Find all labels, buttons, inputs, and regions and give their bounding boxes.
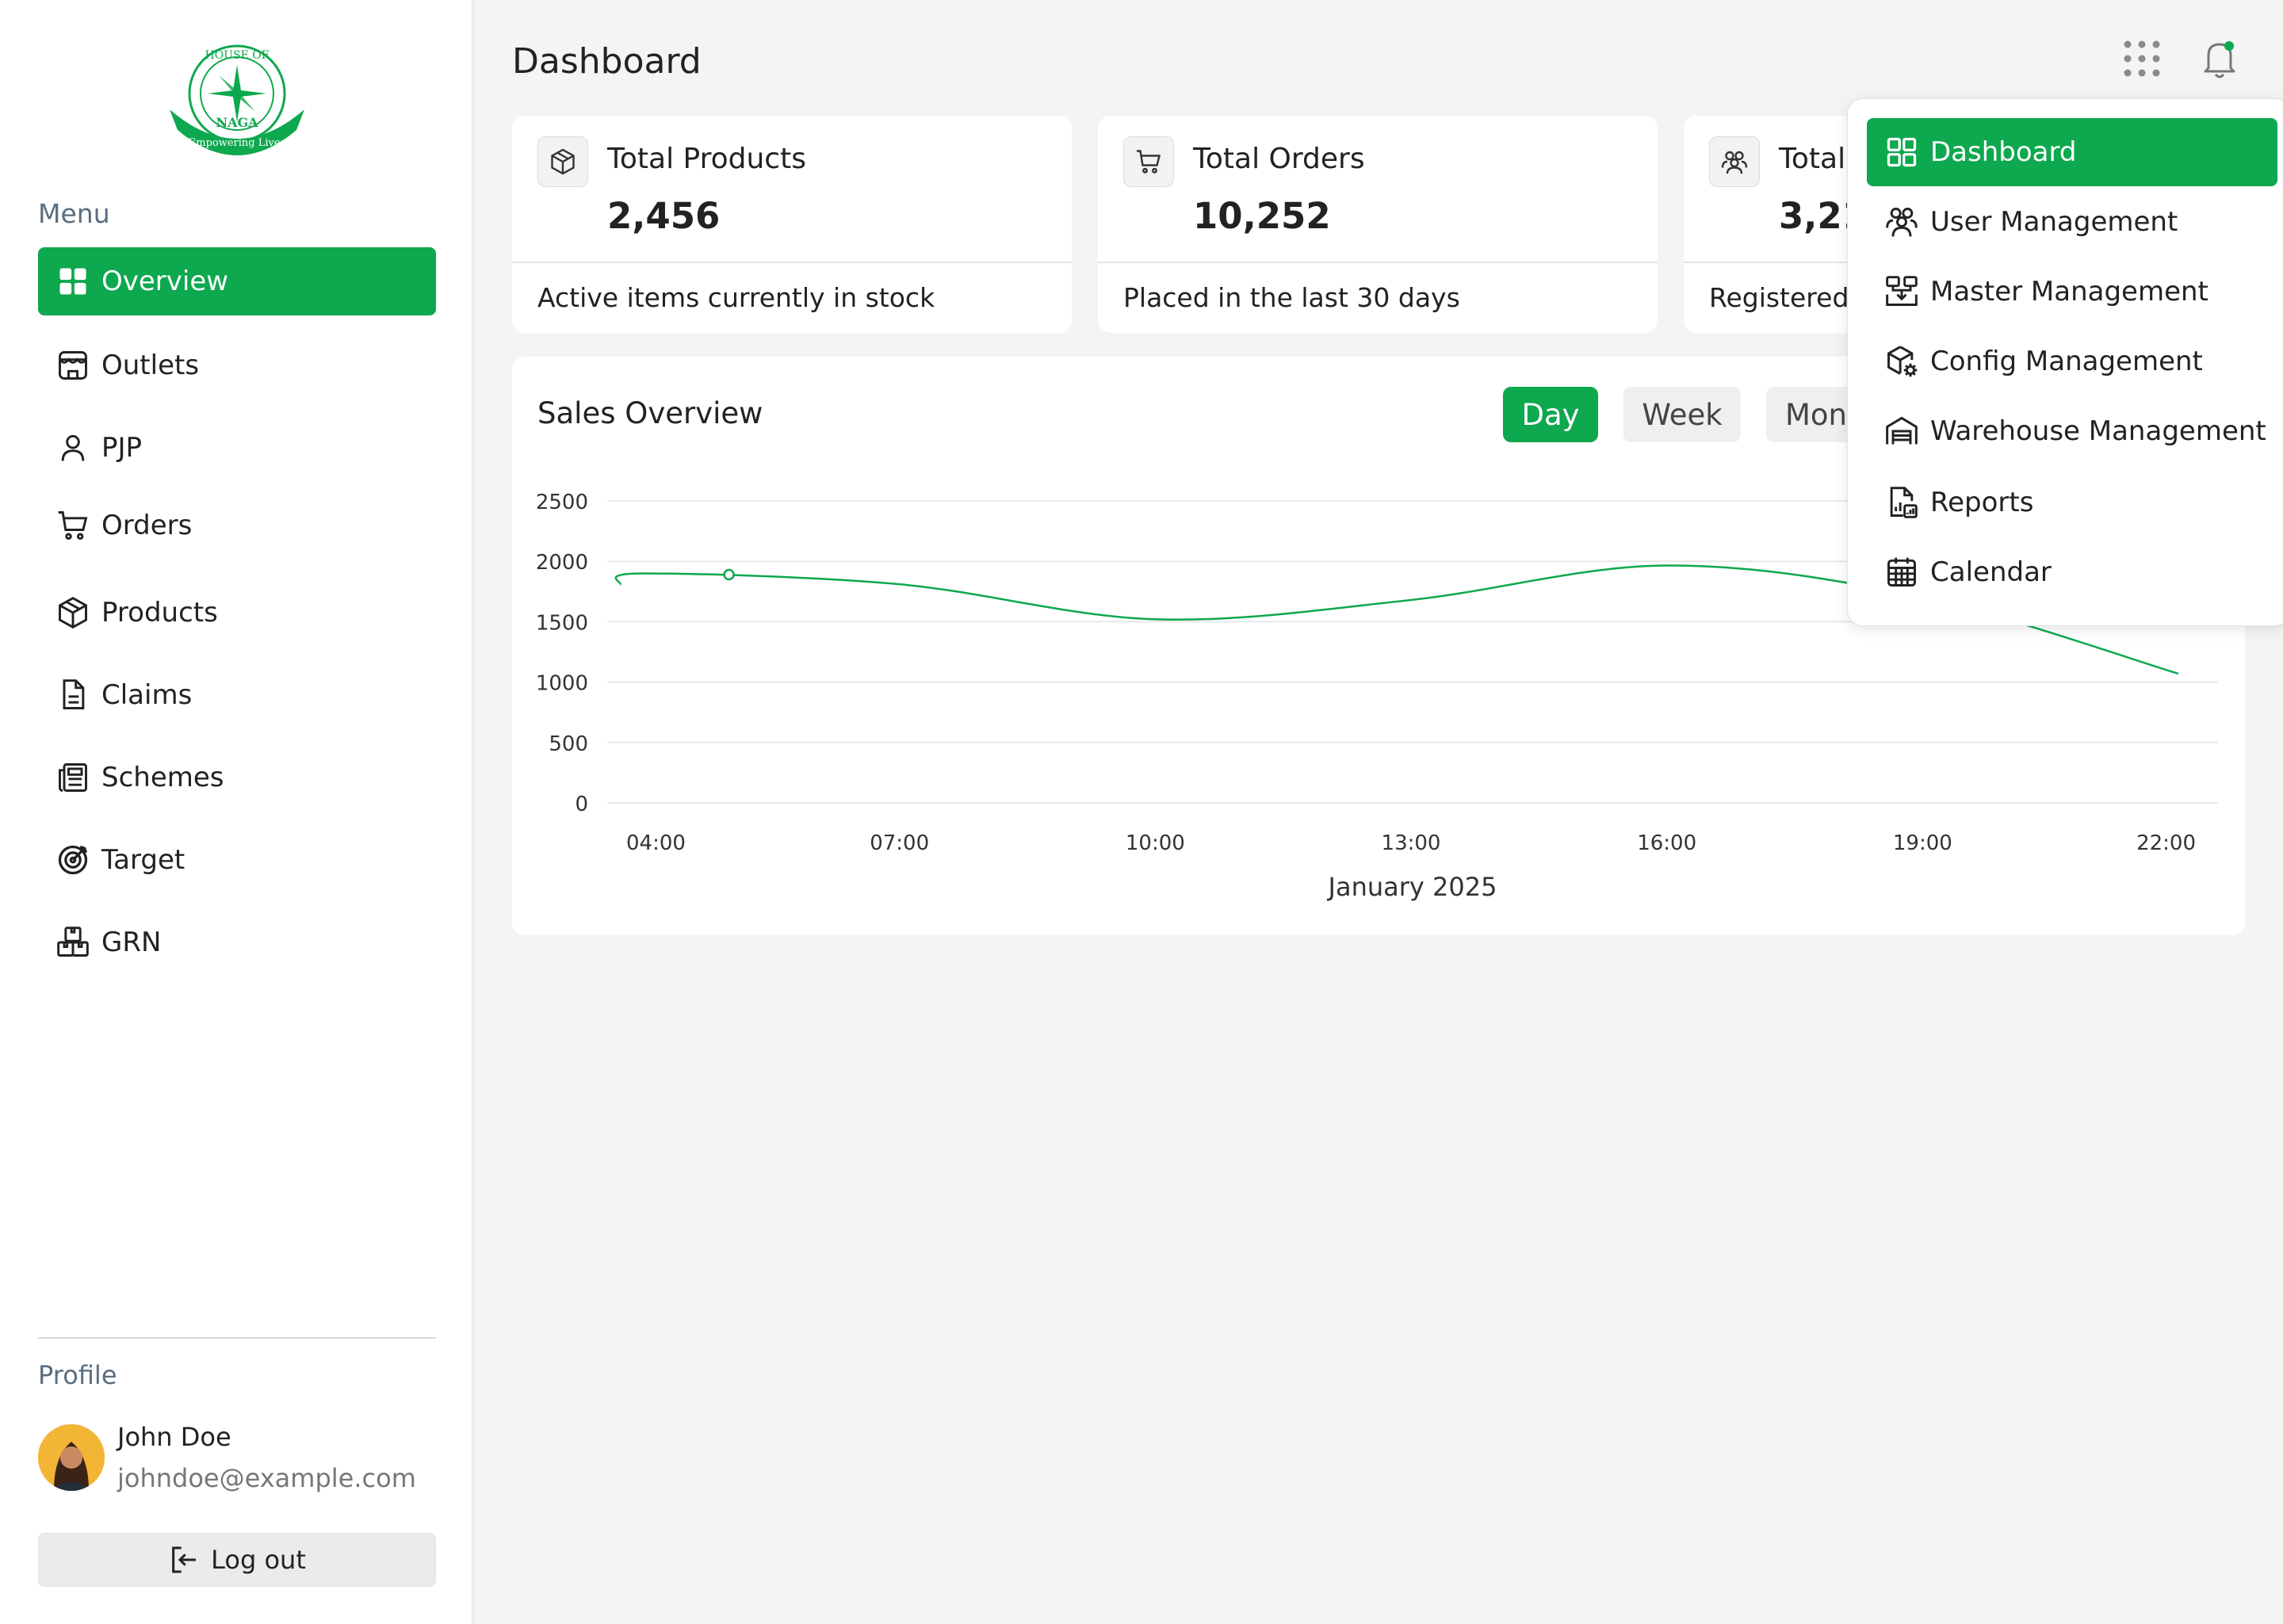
card-value: 10,252 xyxy=(1193,195,1331,237)
chart-highlight-point xyxy=(723,568,735,581)
chart-x-tick-label: 10:00 xyxy=(1126,831,1185,855)
box-settings-icon xyxy=(1884,344,1919,379)
apps-grid-button[interactable] xyxy=(2121,38,2163,79)
logout-button[interactable]: Log out xyxy=(38,1533,436,1587)
calendar-icon xyxy=(1884,555,1919,590)
dropdown-item-calendar[interactable]: Calendar xyxy=(1867,538,2277,606)
sidebar-item-label: Target xyxy=(101,844,185,876)
users-icon xyxy=(1709,136,1760,187)
cart-icon xyxy=(55,508,90,543)
dropdown-item-user-management[interactable]: User Management xyxy=(1867,188,2277,256)
boxes-icon xyxy=(55,925,90,960)
newspaper-icon xyxy=(55,760,90,795)
svg-text:HOUSE OF: HOUSE OF xyxy=(205,49,270,62)
dropdown-item-warehouse-management[interactable]: Warehouse Management xyxy=(1867,397,2277,465)
cart-icon xyxy=(1123,136,1174,187)
file-icon xyxy=(55,678,90,713)
dropdown-item-label: Config Management xyxy=(1930,346,2203,377)
dropdown-item-label: Dashboard xyxy=(1930,136,2077,168)
card-divider xyxy=(1098,262,1658,263)
workflow-icon xyxy=(1884,274,1919,309)
sidebar-item-outlets[interactable]: Outlets xyxy=(38,331,436,399)
users-icon xyxy=(1884,204,1919,239)
svg-text:Empowering Lives: Empowering Lives xyxy=(189,137,285,149)
dropdown-item-label: Warehouse Management xyxy=(1930,415,2266,447)
warehouse-icon xyxy=(1884,414,1919,449)
box-icon xyxy=(55,595,90,630)
chart-y-tick-label: 2000 xyxy=(536,551,588,575)
target-icon xyxy=(55,843,90,877)
sidebar-item-label: Schemes xyxy=(101,762,224,793)
profile-heading: Profile xyxy=(38,1360,117,1390)
sidebar-item-label: Overview xyxy=(101,266,229,297)
chart-x-tick-label: 07:00 xyxy=(870,831,929,855)
logout-icon xyxy=(168,1544,200,1576)
sidebar-item-orders[interactable]: Orders xyxy=(38,491,436,560)
dropdown-item-config-management[interactable]: Config Management xyxy=(1867,327,2277,395)
file-chart-icon xyxy=(1884,485,1919,520)
chart-x-tick-label: 04:00 xyxy=(626,831,686,855)
store-icon xyxy=(55,348,90,383)
chart-y-tick-label: 1000 xyxy=(536,672,588,696)
card-divider xyxy=(512,262,1072,263)
dropdown-item-label: Master Management xyxy=(1930,276,2208,308)
dropdown-item-reports[interactable]: Reports xyxy=(1867,468,2277,537)
grid-icon xyxy=(55,264,90,299)
sidebar-item-label: Orders xyxy=(101,510,193,541)
notifications-button[interactable] xyxy=(2199,36,2240,81)
dropdown-item-label: Reports xyxy=(1930,487,2034,518)
apps-dropdown-menu: Dashboard User Management Master Managem… xyxy=(1847,98,2283,626)
page-title: Dashboard xyxy=(512,41,702,82)
sidebar-item-products[interactable]: Products xyxy=(38,579,436,647)
sidebar-item-schemes[interactable]: Schemes xyxy=(38,743,436,812)
sidebar-item-overview[interactable]: Overview xyxy=(38,247,436,315)
grid-outline-icon xyxy=(1884,135,1919,170)
chart-x-tick-label: 13:00 xyxy=(1382,831,1441,855)
svg-text:NAGA: NAGA xyxy=(216,115,258,130)
sidebar-item-target[interactable]: Target xyxy=(38,826,436,894)
sidebar-item-label: Products xyxy=(101,597,218,629)
card-description: Active items currently in stock xyxy=(537,282,935,313)
sidebar-item-claims[interactable]: Claims xyxy=(38,661,436,729)
sidebar: HOUSE OF NAGA Empowering Lives Menu Over… xyxy=(0,0,472,1624)
chart-y-tick-label: 2500 xyxy=(536,491,588,514)
card-value: 2,456 xyxy=(607,195,721,237)
profile-divider xyxy=(38,1337,436,1339)
brand-logo: HOUSE OF NAGA Empowering Lives xyxy=(163,41,311,168)
chart-x-axis-title: January 2025 xyxy=(1327,872,1497,902)
dropdown-item-label: User Management xyxy=(1930,206,2178,238)
chart-y-tick-label: 1500 xyxy=(536,611,588,635)
menu-heading: Menu xyxy=(38,198,110,229)
sidebar-item-label: Outlets xyxy=(101,350,200,381)
profile-name: John Doe xyxy=(117,1422,231,1452)
sidebar-item-label: Claims xyxy=(101,679,193,711)
user-icon xyxy=(55,430,90,465)
bell-icon xyxy=(2204,41,2235,78)
chart-y-tick-label: 500 xyxy=(549,732,588,756)
chart-y-tick-label: 0 xyxy=(575,793,588,816)
sidebar-item-pjp[interactable]: PJP xyxy=(38,414,436,482)
chart-x-tick-label: 22:00 xyxy=(2136,831,2196,855)
box-icon xyxy=(537,136,588,187)
card-title: Total xyxy=(1779,143,1846,175)
stat-card-total-orders: Total Orders 10,252 Placed in the last 3… xyxy=(1098,116,1658,333)
card-title: Total Products xyxy=(607,143,806,175)
dropdown-item-dashboard[interactable]: Dashboard xyxy=(1867,118,2277,186)
dropdown-item-label: Calendar xyxy=(1930,556,2052,588)
apps-grid-icon xyxy=(2124,40,2160,77)
chart-x-tick-label: 19:00 xyxy=(1893,831,1952,855)
sidebar-item-label: GRN xyxy=(101,927,162,958)
card-description: Registered xyxy=(1709,282,1849,313)
avatar[interactable] xyxy=(38,1424,105,1491)
profile-email: johndoe@example.com xyxy=(117,1463,416,1493)
sidebar-item-grn[interactable]: GRN xyxy=(38,908,436,976)
stat-card-total-products: Total Products 2,456 Active items curren… xyxy=(512,116,1072,333)
sidebar-item-label: PJP xyxy=(101,432,143,464)
card-title: Total Orders xyxy=(1193,143,1365,175)
logout-label: Log out xyxy=(211,1545,306,1575)
chart-x-tick-label: 16:00 xyxy=(1637,831,1696,855)
card-description: Placed in the last 30 days xyxy=(1123,282,1460,313)
dropdown-item-master-management[interactable]: Master Management xyxy=(1867,258,2277,326)
